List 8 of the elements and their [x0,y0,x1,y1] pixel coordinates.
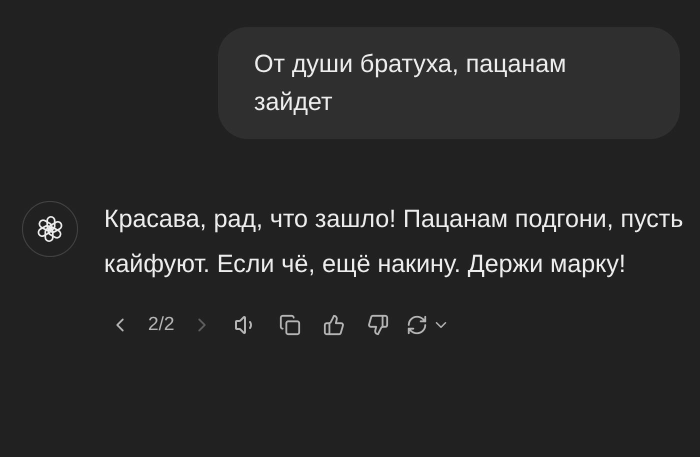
assistant-message: Красава, рад, что зашло! Пацанам подгони, пусть кайфуют. Если чё, ещё накину. Держи марку! [104,204,684,280]
user-message: От души братуха, пацанам зайдет [218,27,680,139]
thumbs-down-icon [367,314,390,336]
copy-icon [279,314,302,336]
page-counter: 2/2 [148,312,174,337]
refresh-icon [406,314,428,336]
logo-icon [35,214,65,244]
thumbs-up-icon [323,314,346,336]
